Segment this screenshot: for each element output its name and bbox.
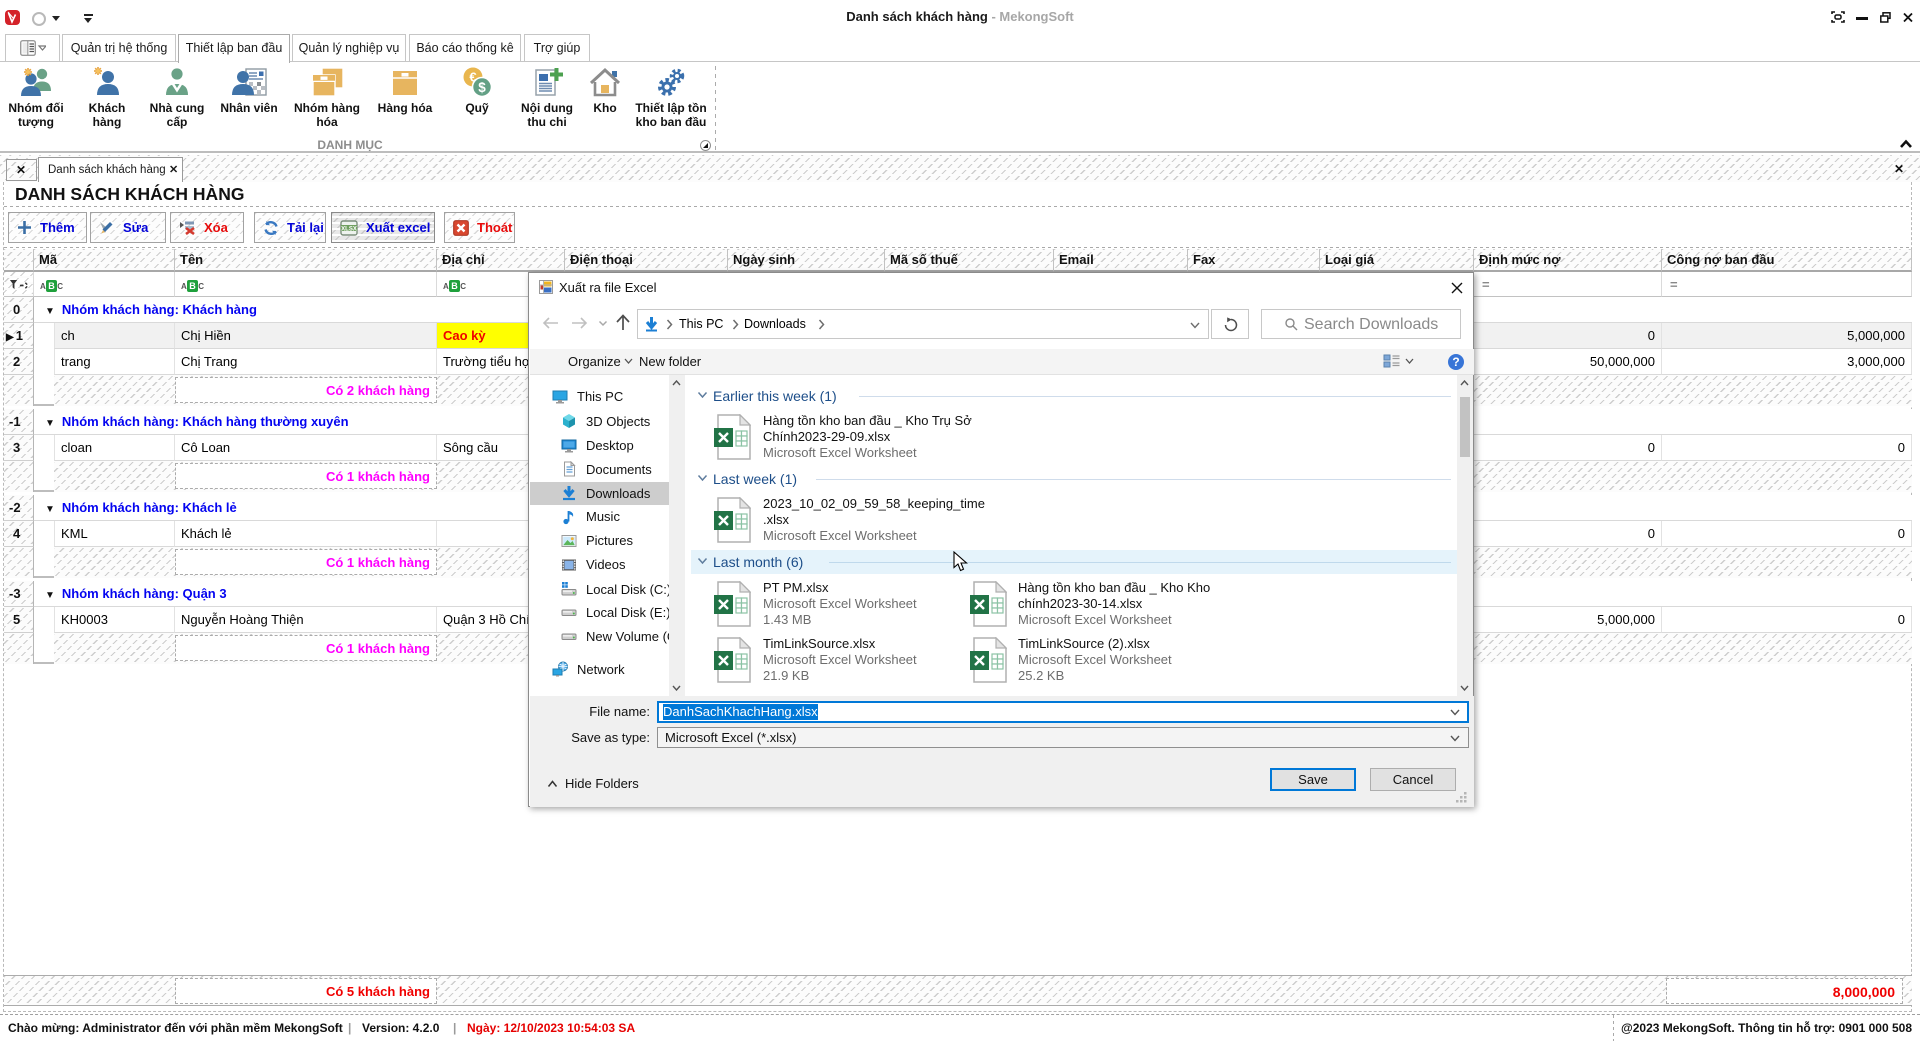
svg-text:XLSX: XLSX bbox=[341, 226, 357, 232]
svg-text:$: $ bbox=[478, 80, 486, 95]
